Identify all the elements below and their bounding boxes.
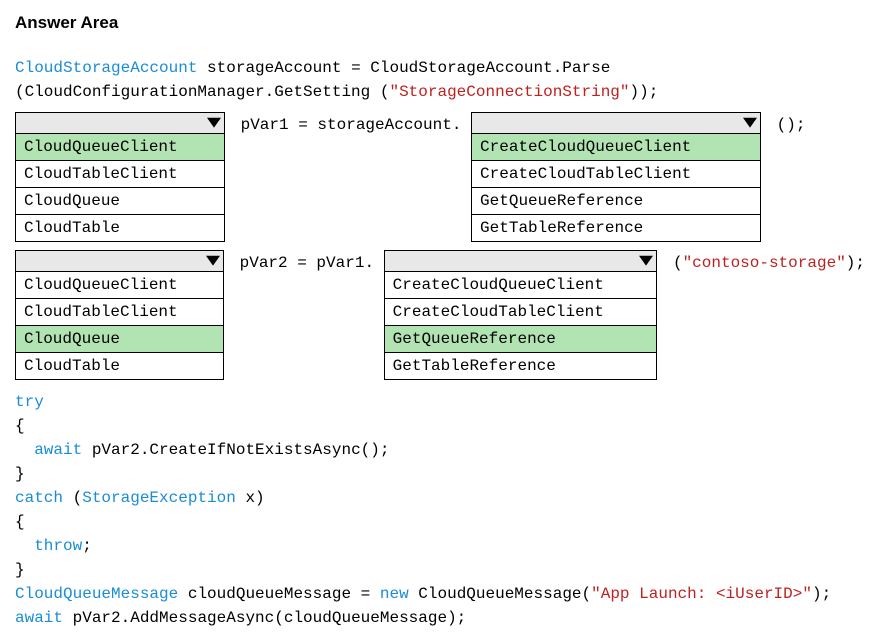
dropdown-option[interactable]: GetQueueReference bbox=[472, 187, 760, 214]
code-await: await pVar2.CreateIfNotExistsAsync(); bbox=[15, 438, 865, 462]
code-text: storageAccount = CloudStorageAccount.Par… bbox=[197, 59, 610, 77]
dropdown-option[interactable]: CreateCloudQueueClient bbox=[385, 272, 657, 298]
dropdown-pvar2-type[interactable]: CloudQueueClientCloudTableClientCloudQue… bbox=[15, 250, 224, 380]
dropdown-option[interactable]: GetTableReference bbox=[472, 214, 760, 241]
dropdown-option[interactable]: CloudTable bbox=[16, 352, 223, 379]
dropdown-option[interactable]: CloudQueueClient bbox=[16, 134, 224, 160]
dropdown-option[interactable]: CloudQueue bbox=[16, 325, 223, 352]
dropdown-header[interactable] bbox=[15, 250, 224, 272]
dropdown-list[interactable]: CreateCloudQueueClientCreateCloudTableCl… bbox=[384, 272, 658, 380]
dropdown-row-2: CloudQueueClientCloudTableClientCloudQue… bbox=[15, 250, 865, 380]
dropdown-option[interactable]: CreateCloudTableClient bbox=[472, 160, 760, 187]
dropdown-list[interactable]: CloudQueueClientCloudTableClientCloudQue… bbox=[15, 272, 224, 380]
dropdown-header[interactable] bbox=[384, 250, 658, 272]
string-literal: "contoso-storage" bbox=[683, 254, 846, 272]
chevron-down-icon bbox=[743, 115, 757, 129]
code-try: try bbox=[15, 390, 865, 414]
page-title: Answer Area bbox=[15, 10, 865, 36]
dropdown-pvar2-method[interactable]: CreateCloudQueueClientCreateCloudTableCl… bbox=[384, 250, 658, 380]
code-throw: throw; bbox=[15, 534, 865, 558]
code-line-2: (CloudConfigurationManager.GetSetting ("… bbox=[15, 80, 865, 104]
dropdown-option[interactable]: CloudQueue bbox=[16, 187, 224, 214]
code-text: (CloudConfigurationManager.GetSetting ( bbox=[15, 83, 389, 101]
chevron-down-icon bbox=[207, 115, 221, 129]
code-catch: catch (StorageException x) bbox=[15, 486, 865, 510]
code-fragment: ("contoso-storage"); bbox=[663, 250, 865, 275]
chevron-down-icon bbox=[206, 253, 220, 267]
dropdown-pvar1-method[interactable]: CreateCloudQueueClientCreateCloudTableCl… bbox=[471, 112, 761, 242]
dropdown-header[interactable] bbox=[471, 112, 761, 134]
code-brace: } bbox=[15, 558, 865, 582]
string-literal: "StorageConnectionString" bbox=[389, 83, 629, 101]
code-await2: await pVar2.AddMessageAsync(cloudQueueMe… bbox=[15, 606, 865, 630]
dropdown-option[interactable]: CloudTable bbox=[16, 214, 224, 241]
type-name: CloudStorageAccount bbox=[15, 59, 197, 77]
code-text: )); bbox=[630, 83, 659, 101]
code-fragment: pVar2 = pVar1. bbox=[230, 250, 384, 275]
code-fragment: (); bbox=[767, 112, 805, 137]
code-queuemsg: CloudQueueMessage cloudQueueMessage = ne… bbox=[15, 582, 865, 606]
code-brace: { bbox=[15, 510, 865, 534]
dropdown-list[interactable]: CreateCloudQueueClientCreateCloudTableCl… bbox=[471, 134, 761, 242]
code-line-1: CloudStorageAccount storageAccount = Clo… bbox=[15, 56, 865, 80]
dropdown-option[interactable]: CreateCloudTableClient bbox=[385, 298, 657, 325]
dropdown-row-1: CloudQueueClientCloudTableClientCloudQue… bbox=[15, 112, 865, 242]
dropdown-pvar1-type[interactable]: CloudQueueClientCloudTableClientCloudQue… bbox=[15, 112, 225, 242]
code-brace: { bbox=[15, 414, 865, 438]
dropdown-list[interactable]: CloudQueueClientCloudTableClientCloudQue… bbox=[15, 134, 225, 242]
dropdown-option[interactable]: CloudTableClient bbox=[16, 160, 224, 187]
dropdown-option[interactable]: CloudQueueClient bbox=[16, 272, 223, 298]
code-fragment: pVar1 = storageAccount. bbox=[231, 112, 471, 137]
chevron-down-icon bbox=[639, 253, 653, 267]
dropdown-option[interactable]: CloudTableClient bbox=[16, 298, 223, 325]
dropdown-option[interactable]: GetTableReference bbox=[385, 352, 657, 379]
code-brace: } bbox=[15, 462, 865, 486]
dropdown-header[interactable] bbox=[15, 112, 225, 134]
dropdown-option[interactable]: GetQueueReference bbox=[385, 325, 657, 352]
dropdown-option[interactable]: CreateCloudQueueClient bbox=[472, 134, 760, 160]
